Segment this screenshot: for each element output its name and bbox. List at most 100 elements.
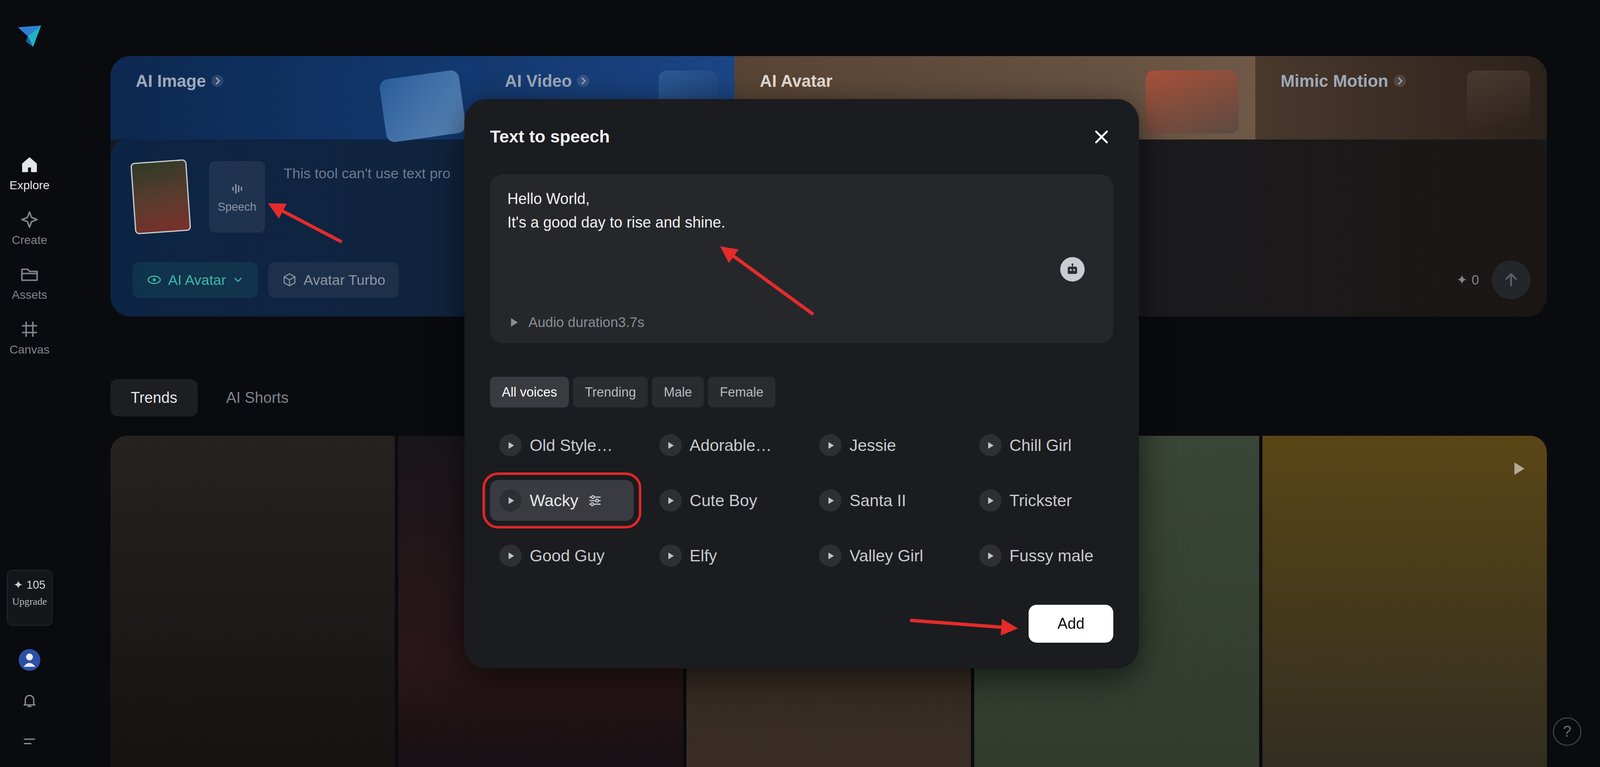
voice-option[interactable]: Good Guy [490, 535, 634, 577]
play-icon [1508, 459, 1528, 478]
voice-preview-button[interactable] [979, 434, 1002, 457]
folder-icon [19, 264, 40, 285]
prompt-options: AI Avatar Avatar Turbo [132, 262, 399, 298]
filter-chip[interactable]: Female [707, 376, 775, 408]
voice-preview-button[interactable] [819, 489, 842, 512]
gallery-item[interactable] [110, 435, 395, 767]
voice-option[interactable]: Old Style… [490, 424, 634, 466]
voice-preview-button[interactable] [659, 544, 682, 567]
avatar-thumbnail[interactable] [130, 159, 192, 235]
voice-preview-button[interactable] [659, 434, 682, 457]
play-icon [665, 495, 676, 506]
voice-option[interactable]: Fussy male [970, 535, 1114, 577]
sliders-icon[interactable] [586, 492, 604, 510]
voice-preview-button[interactable] [979, 544, 1002, 567]
audio-preview[interactable]: Audio duration3.7s [507, 313, 1097, 331]
logo-icon[interactable] [15, 21, 44, 51]
voice-option[interactable]: Elfy [650, 535, 794, 577]
voice-option[interactable]: Valley Girl [809, 535, 954, 577]
play-icon [505, 440, 516, 451]
add-button[interactable]: Add [1028, 604, 1114, 643]
voice-option[interactable]: Cute Boy [650, 479, 794, 521]
robot-row [507, 257, 1097, 282]
cube-icon [281, 271, 298, 288]
menu-icon[interactable] [21, 734, 38, 750]
voice-preview-button[interactable] [499, 434, 522, 457]
tool-tab-label: AI Avatar [759, 70, 833, 92]
model-button[interactable]: Avatar Turbo [268, 262, 399, 298]
play-icon [505, 550, 516, 561]
voice-preview-button[interactable] [499, 544, 522, 567]
annotation-layer [0, 0, 1600, 767]
canvas-icon [19, 318, 40, 340]
user-icon [17, 648, 42, 672]
filter-chip[interactable]: Male [651, 376, 704, 408]
sidebar-item[interactable]: Create [1, 209, 58, 247]
chevron-down-icon [231, 273, 245, 287]
annotation-arrow [725, 250, 814, 315]
voice-preview-button[interactable] [819, 434, 842, 457]
play-icon [665, 440, 676, 451]
tool-tab-image [378, 69, 467, 144]
voice-grid: Old Style… Adorable… Jessie Chill Girl W… [490, 424, 1114, 577]
tool-tab[interactable]: Mimic Motion [1255, 56, 1547, 140]
voice-option[interactable]: Wacky [490, 479, 634, 521]
play-icon [985, 550, 996, 561]
submit-area: ✦ 0 [1456, 260, 1531, 300]
bell-icon[interactable] [21, 691, 38, 709]
tool-tab-label: AI Video [504, 70, 591, 92]
play-icon [665, 550, 676, 561]
sidebar-item-label: Explore [9, 179, 50, 192]
avatar-mode-icon [146, 271, 163, 288]
filter-chip[interactable]: Trending [573, 376, 648, 408]
voice-name: Wacky [529, 491, 579, 510]
sidebar-item-label: Assets [11, 288, 48, 302]
tool-tab[interactable]: AI Image [110, 56, 480, 140]
voice-preview-button[interactable] [819, 544, 842, 567]
speech-text: Hello World, It's a good day to rise and… [507, 187, 1097, 235]
model-label: Avatar Turbo [303, 271, 386, 289]
voice-filters: All voicesTrendingMaleFemale [490, 376, 1114, 408]
voice-option[interactable]: Santa II [809, 479, 954, 521]
user-avatar[interactable] [17, 648, 42, 672]
audio-duration: Audio duration3.7s [528, 313, 645, 331]
close-icon[interactable] [1092, 127, 1111, 147]
sidebar-item[interactable]: Assets [1, 264, 58, 302]
arrow-up-icon [1501, 270, 1521, 290]
help-button[interactable]: ? [1552, 717, 1582, 746]
feed-tab[interactable]: Trends [110, 379, 198, 417]
upgrade-link[interactable]: Upgrade [12, 595, 48, 608]
voice-option[interactable]: Jessie [809, 424, 954, 466]
annotation-arrow [273, 206, 342, 242]
gallery-item[interactable] [1262, 435, 1547, 767]
voice-name: Santa II [849, 491, 906, 510]
voice-option[interactable]: Chill Girl [970, 424, 1114, 466]
voice-name: Good Guy [529, 546, 605, 566]
speech-card[interactable]: Speech [209, 160, 266, 233]
prompt-placeholder[interactable]: This tool can't use text pro [283, 165, 451, 182]
credits-box[interactable]: ✦ 105 Upgrade [6, 569, 53, 626]
voice-preview-button[interactable] [659, 489, 682, 512]
play-icon [507, 316, 520, 329]
feed-tab[interactable]: AI Shorts [206, 379, 309, 417]
voice-preview-button[interactable] [979, 489, 1002, 512]
sparkle-icon [19, 209, 40, 230]
chevron-circle-icon [576, 73, 591, 89]
sidebar-item-label: Create [11, 233, 48, 247]
voice-option[interactable]: Trickster [970, 479, 1114, 521]
voice-preview-button[interactable] [499, 489, 522, 512]
voice-name: Valley Girl [849, 546, 924, 566]
mode-dropdown[interactable]: AI Avatar [132, 262, 258, 298]
credit-cost: ✦ 0 [1456, 271, 1480, 288]
text-to-speech-dialog: Text to speech Hello World, It's a good … [464, 99, 1140, 669]
sidebar-item[interactable]: Explore [1, 154, 58, 192]
ai-write-button[interactable] [1060, 257, 1085, 282]
submit-button[interactable] [1491, 260, 1531, 300]
sidebar-item[interactable]: Canvas [1, 318, 58, 357]
home-icon [19, 154, 40, 175]
filter-chip[interactable]: All voices [490, 376, 569, 408]
voice-name: Trickster [1009, 491, 1073, 510]
speech-text-field[interactable]: Hello World, It's a good day to rise and… [490, 174, 1114, 344]
voice-option[interactable]: Adorable… [650, 424, 794, 466]
play-icon [985, 440, 996, 451]
